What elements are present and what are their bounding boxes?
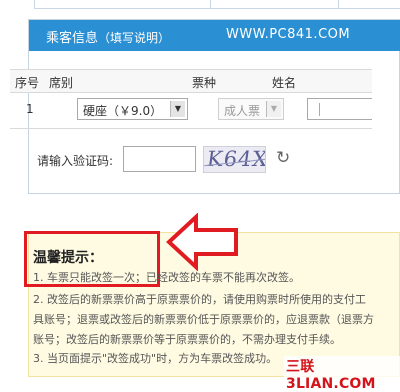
table-header: 序号 席别 票种 姓名 bbox=[10, 69, 372, 93]
col-header-name: 姓名 bbox=[272, 76, 297, 90]
captcha-image[interactable]: K64X bbox=[203, 146, 266, 173]
panel-title-text: 乘客信息 bbox=[46, 31, 99, 46]
tip-line-4: 账号；改签后的新票票价等于原票票价的，不需办理支付手续。 bbox=[33, 333, 341, 346]
col-header-index: 序号 bbox=[15, 76, 40, 90]
passenger-name-field[interactable] bbox=[307, 98, 372, 120]
ticket-type-select[interactable]: 成人票 ▼ bbox=[218, 98, 284, 120]
table-row: 1 硬座（￥9.0） ▼ 成人票 ▼ bbox=[10, 91, 372, 129]
site-watermark: 三联 3LIAN.COM bbox=[284, 356, 400, 392]
refresh-icon[interactable]: ↻ bbox=[276, 148, 290, 168]
col-header-seat: 席别 bbox=[49, 76, 74, 90]
ticket-type-value: 成人票 bbox=[224, 104, 261, 118]
left-arrow-annotation-icon bbox=[166, 213, 238, 271]
tip-line-1: 1. 车票只能改签一次；已经改签的车票不能再次改签。 bbox=[33, 271, 300, 284]
tip-line-2: 2. 改签后的新票票价高于原票票价的，请使用购票时所使用的支付工 bbox=[33, 293, 366, 306]
tips-title: 温馨提示： bbox=[33, 250, 103, 266]
top-table-remnant bbox=[0, 0, 400, 10]
seat-select-value: 硬座（￥9.0） bbox=[83, 104, 163, 118]
chevron-down-icon: ▼ bbox=[266, 101, 281, 117]
col-header-ticket-type: 票种 bbox=[192, 76, 217, 90]
site-watermark-url: WWW.PC841.COM bbox=[226, 27, 351, 42]
chevron-down-icon: ▼ bbox=[170, 101, 185, 117]
seat-select[interactable]: 硬座（￥9.0） ▼ bbox=[77, 98, 188, 120]
text-caret bbox=[319, 103, 320, 116]
panel-title: 乘客信息（填写说明） bbox=[46, 27, 170, 46]
tip-line-5: 3. 当页面提示"改签成功"时，方为车票改签成功。 bbox=[33, 352, 278, 365]
captcha-input[interactable] bbox=[123, 146, 196, 172]
row-index: 1 bbox=[26, 102, 34, 116]
fill-instructions-link[interactable]: （填写说明） bbox=[98, 31, 170, 45]
captcha-label: 请输入验证码: bbox=[37, 154, 114, 168]
tip-line-3: 具账号；退票或改签后的新票票价低于原票票价的，应退票款（退票方 bbox=[33, 313, 374, 326]
panel-header: 乘客信息（填写说明） WWW.PC841.COM bbox=[29, 20, 400, 51]
